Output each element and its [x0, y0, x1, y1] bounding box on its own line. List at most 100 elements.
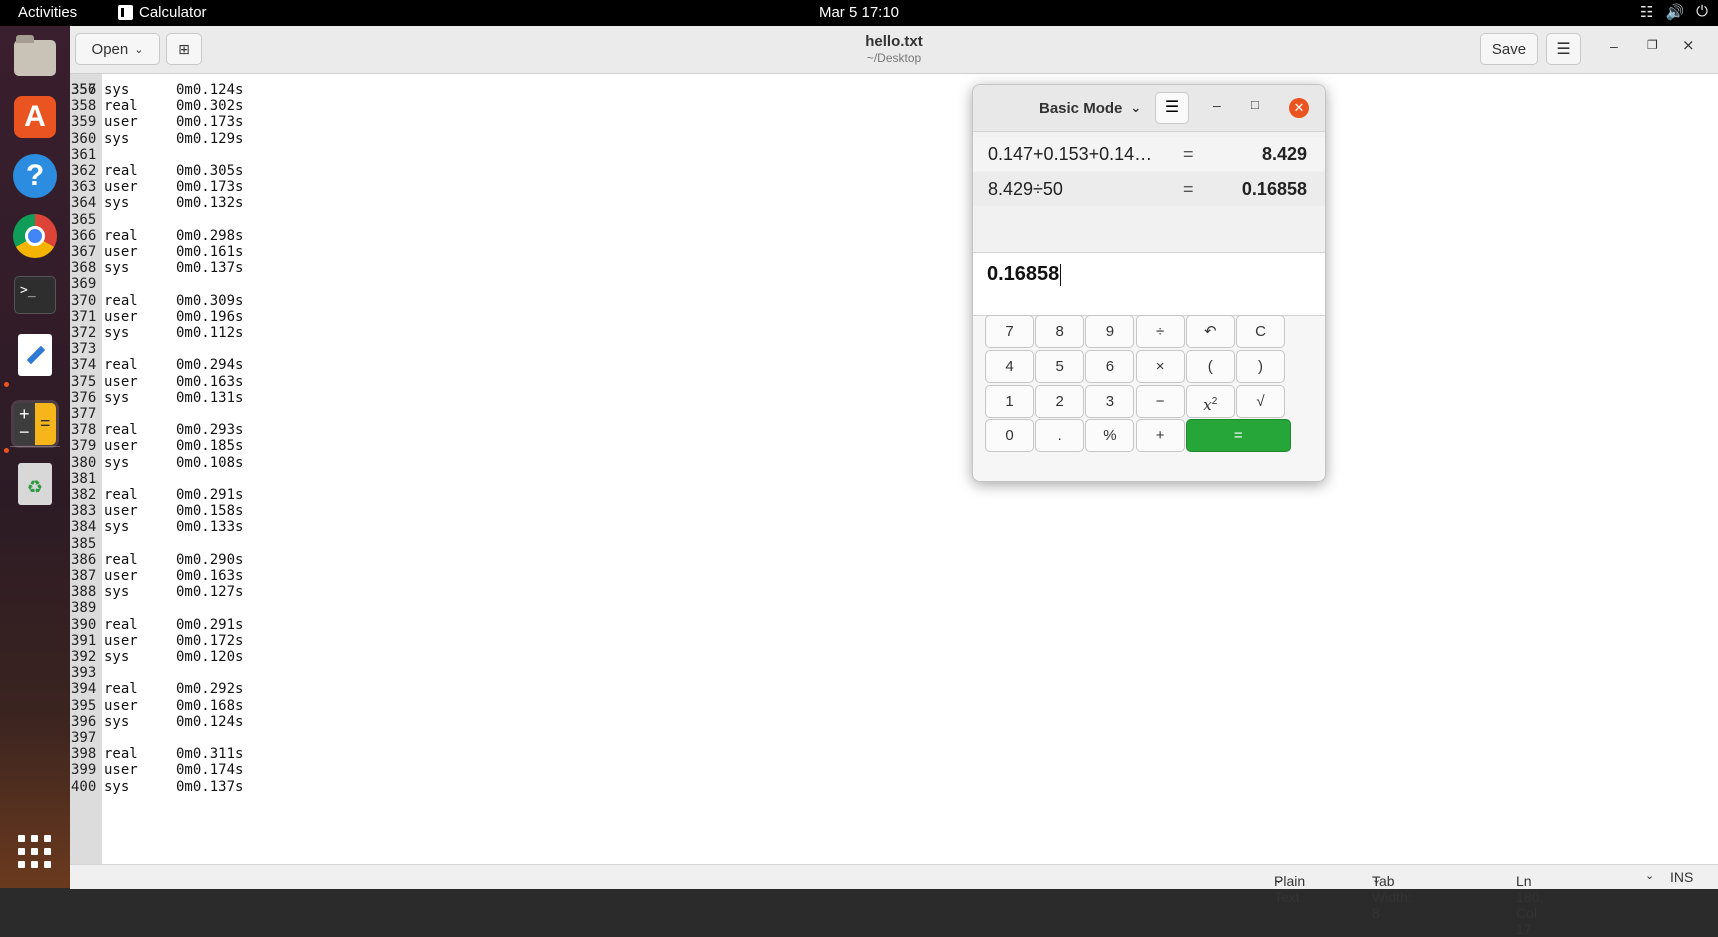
- line-key: sys: [104, 584, 130, 601]
- decimal-button[interactable]: .: [1035, 419, 1085, 453]
- divide-button[interactable]: ÷: [1135, 315, 1185, 348]
- dock-files[interactable]: [11, 34, 59, 82]
- calculator-header-bar: Basic Mode ⌄ ☰ – □ ✕: [973, 85, 1325, 132]
- hamburger-menu-button[interactable]: ☰: [1546, 33, 1581, 65]
- history-result[interactable]: 0.16858: [1242, 179, 1307, 200]
- line-number: 376: [71, 389, 97, 406]
- line-number: 370: [71, 292, 97, 309]
- percent-button[interactable]: %: [1085, 419, 1135, 453]
- history-row[interactable]: 8.429÷50 = 0.16858: [973, 172, 1325, 206]
- open-button[interactable]: Open ⌄: [75, 33, 160, 65]
- line-number: 379: [71, 438, 97, 455]
- line-number: 361: [71, 146, 97, 163]
- chevron-down-icon: ⌄: [134, 43, 144, 56]
- show-apps-button[interactable]: [11, 828, 59, 876]
- line-key: user: [104, 503, 138, 520]
- dock-calculator[interactable]: + − =: [11, 400, 59, 448]
- document-title: hello.txt: [865, 33, 923, 50]
- activities-button[interactable]: Activities: [18, 4, 77, 21]
- subtract-button[interactable]: −: [1135, 384, 1185, 418]
- dock-chrome[interactable]: [11, 212, 59, 260]
- minimize-button[interactable]: –: [1213, 97, 1221, 113]
- line-value: 0m0.290s: [176, 551, 244, 568]
- line-number: 391: [71, 632, 97, 649]
- history-result[interactable]: 8.429: [1262, 144, 1307, 165]
- volume-icon[interactable]: 🔊: [1665, 3, 1684, 21]
- square-button[interactable]: x2: [1185, 384, 1235, 418]
- hamburger-icon: ☰: [1556, 41, 1571, 58]
- dock-app-center[interactable]: A: [11, 93, 59, 141]
- minimize-button[interactable]: –: [1610, 38, 1618, 54]
- close-button[interactable]: ✕: [1289, 98, 1309, 118]
- network-icon[interactable]: ☷: [1640, 3, 1653, 21]
- line-value: 0m0.293s: [176, 422, 244, 439]
- undo-button[interactable]: ↶: [1185, 315, 1235, 348]
- app-menu[interactable]: Calculator: [118, 4, 207, 21]
- digit-2-button[interactable]: 2: [1035, 384, 1085, 418]
- open-paren-button[interactable]: (: [1185, 349, 1235, 383]
- line-value: 0m0.137s: [176, 778, 244, 795]
- save-button[interactable]: Save: [1480, 33, 1538, 65]
- system-tray[interactable]: ☷ 🔊 ⏻: [1640, 3, 1708, 21]
- line-value: 0m0.163s: [176, 568, 244, 584]
- new-tab-icon: ⊞: [178, 40, 190, 57]
- line-number: 393: [71, 665, 97, 682]
- digit-8-button[interactable]: 8: [1035, 315, 1085, 348]
- display-value: 0.16858: [987, 263, 1060, 285]
- line-number: 395: [71, 697, 97, 714]
- digit-3-button[interactable]: 3: [1085, 384, 1135, 418]
- line-key: real: [104, 227, 138, 244]
- line-key: sys: [104, 713, 130, 730]
- multiply-button[interactable]: ×: [1135, 349, 1185, 383]
- text-line-partial: 356 sys 0m0.124s: [71, 82, 244, 98]
- dock-trash[interactable]: ♻: [11, 460, 59, 508]
- line-number: 369: [71, 276, 97, 293]
- close-button[interactable]: ⨯: [1682, 36, 1695, 54]
- dock-text-editor[interactable]: [11, 331, 59, 379]
- dock-help[interactable]: ?: [11, 152, 59, 200]
- app-center-icon: A: [14, 96, 56, 138]
- line-value: 0m0.131s: [176, 389, 244, 406]
- maximize-button[interactable]: □: [1251, 97, 1259, 112]
- digit-7-button[interactable]: 7: [985, 315, 1034, 348]
- line-key: sys: [104, 260, 130, 277]
- chrome-icon: [13, 214, 57, 258]
- line-key: real: [104, 292, 138, 309]
- calculator-input[interactable]: 0.16858: [973, 252, 1325, 316]
- sqrt-button[interactable]: √: [1236, 384, 1285, 418]
- line-key: user: [104, 438, 138, 455]
- line-number: 389: [71, 600, 97, 617]
- maximize-button[interactable]: ❐: [1647, 38, 1658, 52]
- add-button[interactable]: +: [1135, 419, 1185, 453]
- digit-5-button[interactable]: 5: [1035, 349, 1085, 383]
- line-number: 388: [71, 584, 97, 601]
- calculator-menu-button[interactable]: ☰: [1155, 92, 1189, 124]
- clock[interactable]: Mar 5 17:10: [819, 4, 899, 21]
- text-view[interactable]: 356 sys 0m0.124s 357 358 real 0m0.302s 359 user…: [70, 74, 1718, 864]
- digit-4-button[interactable]: 4: [985, 349, 1034, 383]
- history-equals: =: [1183, 144, 1194, 164]
- chevron-down-icon[interactable]: ⌄: [1645, 869, 1654, 882]
- mode-selector[interactable]: Basic Mode ⌄: [1031, 95, 1149, 121]
- power-icon[interactable]: ⏻: [1696, 3, 1708, 21]
- close-paren-button[interactable]: ): [1236, 349, 1285, 383]
- line-key: sys: [104, 195, 130, 212]
- line-number: 372: [71, 325, 97, 341]
- hamburger-icon: ☰: [1164, 99, 1180, 116]
- line-number: 358: [71, 98, 97, 115]
- digit-1-button[interactable]: 1: [985, 384, 1034, 418]
- line-value: 0m0.292s: [176, 681, 244, 698]
- new-tab-button[interactable]: ⊞: [166, 33, 202, 65]
- digit-0-button[interactable]: 0: [985, 419, 1034, 453]
- line-number: 387: [71, 568, 97, 584]
- dock-terminal[interactable]: >_: [11, 271, 59, 319]
- history-row[interactable]: 0.147+0.153+0.14… = 8.429: [973, 137, 1325, 171]
- line-value: 0m0.133s: [176, 519, 244, 536]
- equals-button[interactable]: =: [1185, 419, 1291, 453]
- digit-9-button[interactable]: 9: [1085, 315, 1135, 348]
- line-key: user: [104, 114, 138, 131]
- clear-button[interactable]: C: [1236, 315, 1285, 348]
- line-number: 362: [71, 163, 97, 179]
- line-key: sys: [104, 519, 130, 536]
- digit-6-button[interactable]: 6: [1085, 349, 1135, 383]
